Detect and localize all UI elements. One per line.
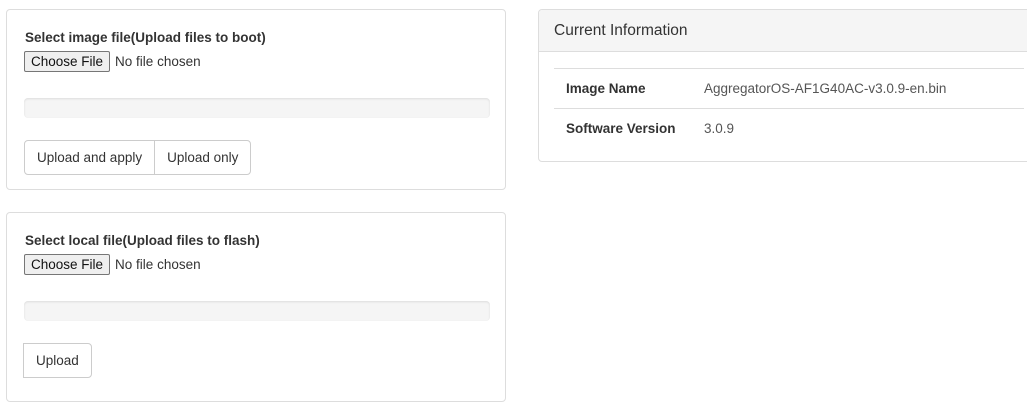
boot-file-picker: Choose File No file chosen [24, 50, 488, 72]
flash-upload-body: Select local file(Upload files to flash)… [7, 213, 505, 378]
upload-and-apply-button[interactable]: Upload and apply [24, 140, 156, 175]
flash-file-picker: Choose File No file chosen [24, 253, 488, 275]
flash-upload-panel: Select local file(Upload files to flash)… [6, 212, 506, 402]
flash-upload-label: Select local file(Upload files to flash) [25, 233, 260, 248]
upload-only-button[interactable]: Upload only [154, 140, 252, 175]
software-version-value: 3.0.9 [692, 108, 1024, 149]
current-information-panel: Current Information Image Name Aggregato… [538, 9, 1027, 162]
boot-upload-button-group: Upload and apply Upload only [24, 140, 252, 175]
image-name-value: AggregatorOS-AF1G40AC-v3.0.9-en.bin [692, 68, 1024, 109]
flash-upload-button-group: Upload [23, 343, 92, 378]
boot-upload-label: Select image file(Upload files to boot) [25, 30, 266, 45]
image-name-label: Image Name [554, 68, 692, 109]
info-row-image-name: Image Name AggregatorOS-AF1G40AC-v3.0.9-… [554, 68, 1024, 109]
current-information-title: Current Information [539, 10, 1027, 52]
boot-choose-file-button[interactable]: Choose File [24, 50, 111, 72]
flash-upload-progress [24, 301, 490, 321]
current-information-table: Image Name AggregatorOS-AF1G40AC-v3.0.9-… [554, 68, 1024, 149]
info-row-software-version: Software Version 3.0.9 [554, 108, 1024, 149]
software-version-label: Software Version [554, 108, 692, 149]
boot-upload-panel: Select image file(Upload files to boot) … [6, 9, 506, 190]
flash-file-status: No file chosen [115, 256, 201, 272]
upload-button[interactable]: Upload [23, 343, 92, 378]
boot-upload-body: Select image file(Upload files to boot) … [7, 10, 505, 175]
boot-upload-progress [24, 98, 490, 118]
flash-choose-file-button[interactable]: Choose File [24, 253, 111, 275]
boot-file-status: No file chosen [115, 53, 201, 69]
